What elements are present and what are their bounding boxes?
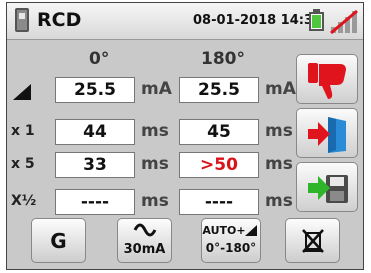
- exit-button[interactable]: [296, 108, 358, 158]
- trip-time-x1-180deg: 45: [179, 119, 259, 145]
- trip-time-x5-0deg: 33: [55, 152, 135, 178]
- trip-time-xhalf-0deg: ----: [55, 189, 135, 215]
- unit-label: mA: [141, 79, 172, 99]
- column-header-180: 180°: [201, 49, 245, 69]
- row-label-x1: x 1: [11, 123, 35, 139]
- unit-label: ms: [141, 154, 169, 174]
- unit-label: mA: [265, 79, 296, 99]
- status-bar: RCD 08-01-2018 14:32: [7, 3, 363, 40]
- ramp-icon: [245, 225, 257, 236]
- unit-label: ms: [141, 191, 169, 211]
- row-label-xhalf: X½: [11, 193, 37, 209]
- rcd-type-button[interactable]: G: [31, 218, 86, 263]
- page-title: RCD: [37, 9, 82, 31]
- mode-line1: AUTO+: [202, 224, 246, 237]
- trip-time-x5-180deg: >50: [179, 152, 259, 178]
- ac-wave-icon: [133, 223, 157, 237]
- ramp-current-180deg: 25.5: [179, 77, 259, 103]
- exit-door-icon: [308, 117, 346, 153]
- test-result-fail-button[interactable]: [296, 54, 358, 104]
- save-button[interactable]: [296, 162, 358, 212]
- mode-line2: 0°-180°: [205, 241, 257, 255]
- column-header-0: 0°: [89, 49, 110, 69]
- unit-label: ms: [265, 154, 293, 174]
- wireless-off-icon: [330, 9, 358, 35]
- thumbs-down-icon: [308, 63, 346, 99]
- ramp-icon: [13, 84, 31, 100]
- trip-time-xhalf-180deg: ----: [179, 189, 259, 215]
- sound-toggle-button[interactable]: [285, 218, 340, 263]
- unit-label: ms: [265, 191, 293, 211]
- test-mode-button[interactable]: AUTO+ 0°-180°: [201, 218, 261, 263]
- unit-label: ms: [265, 121, 293, 141]
- rcd-type-label: G: [50, 229, 67, 253]
- trip-time-x1-0deg: 44: [55, 119, 135, 145]
- battery-icon: [309, 9, 324, 31]
- rated-current-label: 30mA: [123, 242, 166, 257]
- datetime-display: 08-01-2018 14:32: [193, 13, 323, 28]
- mute-icon: [302, 229, 324, 253]
- measurement-panel: 0° 180° 25.5 mA 25.5 mA x 1 44 ms 45 ms …: [7, 40, 363, 269]
- instrument-icon: [15, 8, 29, 32]
- save-icon: [308, 175, 348, 203]
- row-label-x5: x 5: [11, 156, 35, 172]
- unit-label: ms: [141, 121, 169, 141]
- rated-current-button[interactable]: 30mA: [117, 218, 172, 263]
- rcd-test-screen: RCD 08-01-2018 14:32 0° 180° 25.5 mA 25.…: [6, 2, 364, 270]
- ramp-current-0deg: 25.5: [55, 77, 135, 103]
